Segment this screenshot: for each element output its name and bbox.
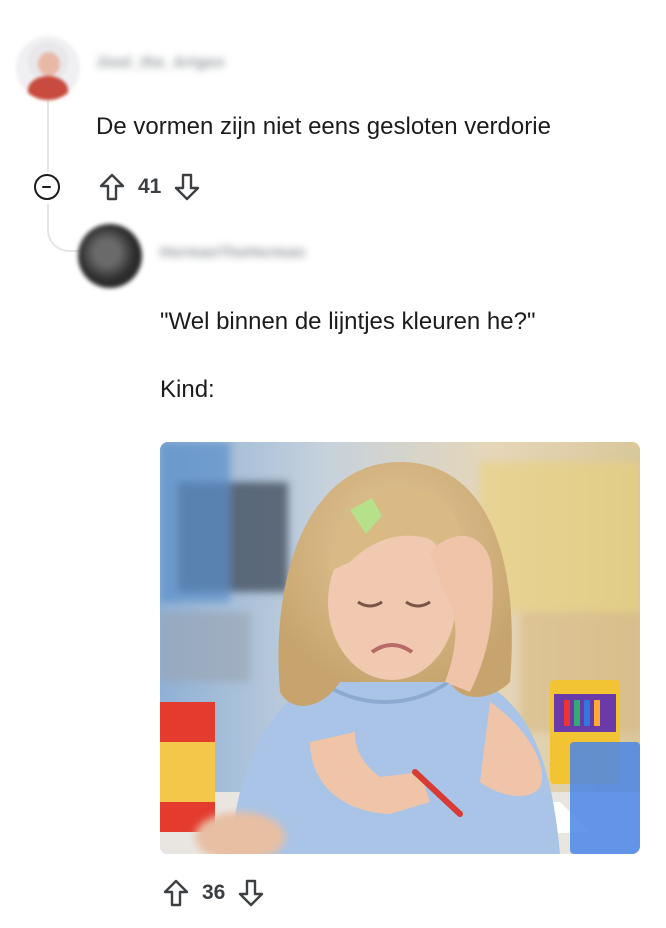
vote-count: 41: [138, 175, 162, 198]
comment-author[interactable]: HermanTheHerman: [160, 244, 306, 261]
collapse-thread-button[interactable]: [34, 174, 60, 200]
vote-bar: 36: [160, 876, 267, 910]
downvote-button[interactable]: [235, 876, 267, 910]
upvote-button[interactable]: [96, 170, 128, 204]
vote-count: 36: [202, 881, 226, 904]
comment-author[interactable]: Jisel_the_Artgeo: [96, 54, 225, 71]
avatar[interactable]: [78, 224, 142, 288]
photo-crying-girl-coloring: [160, 442, 640, 854]
avatar[interactable]: [16, 36, 80, 100]
arrow-down-icon: [175, 173, 200, 201]
comment-text: De vormen zijn niet eens gesloten verdor…: [96, 113, 551, 140]
thread-connector: [47, 204, 83, 252]
arrow-up-icon: [163, 879, 189, 907]
thread-line: [47, 100, 49, 172]
arrow-down-icon: [239, 879, 264, 907]
comment-text: "Wel binnen de lijntjes kleuren he?": [160, 308, 536, 335]
arrow-up-icon: [99, 173, 125, 201]
comment-image[interactable]: [160, 442, 640, 854]
comment-text: Kind:: [160, 376, 215, 403]
downvote-button[interactable]: [171, 170, 203, 204]
vote-bar: 41: [96, 170, 203, 204]
upvote-button[interactable]: [160, 876, 192, 910]
